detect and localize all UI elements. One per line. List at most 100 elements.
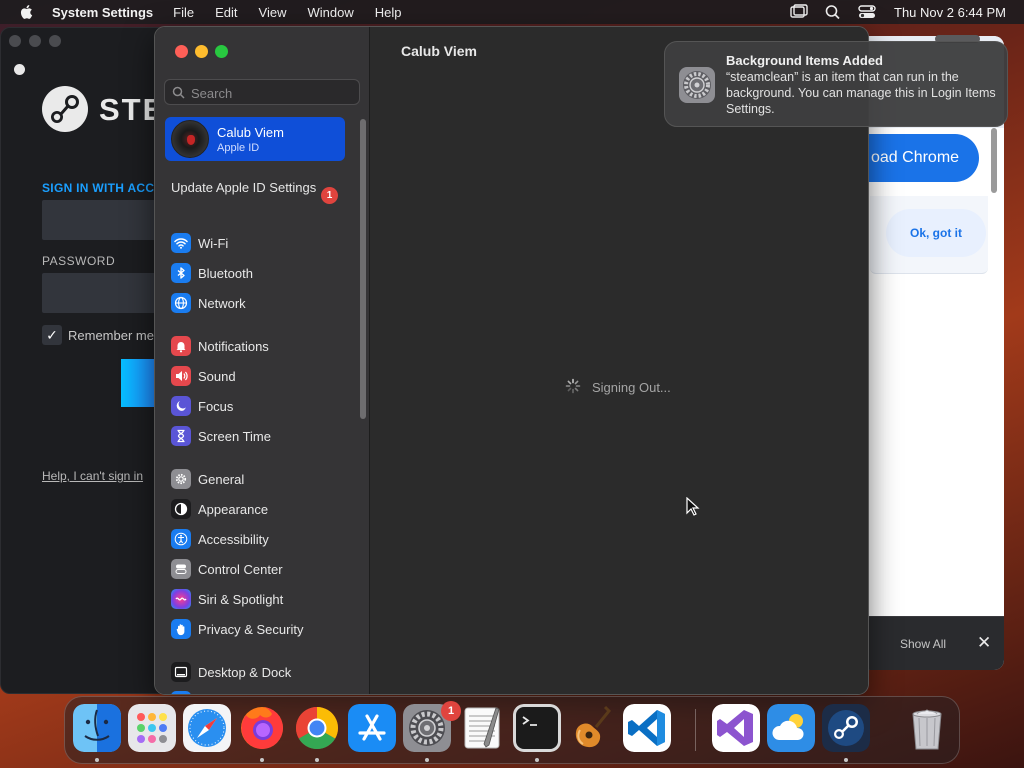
steam-wordmark: STEA bbox=[99, 92, 159, 127]
sidebar-item-screen-time[interactable]: Screen Time bbox=[171, 425, 356, 447]
steam-close-button[interactable] bbox=[9, 35, 21, 47]
window-zoom-button[interactable] bbox=[215, 45, 228, 58]
update-badge: 1 bbox=[321, 187, 338, 204]
finder-icon[interactable] bbox=[73, 704, 121, 752]
sidebar-item-label: Notifications bbox=[198, 338, 269, 354]
search-input[interactable] bbox=[191, 83, 356, 103]
steam-login-window: STEA SIGN IN WITH ACCO PASSWORD ✓ Rememb… bbox=[0, 27, 160, 694]
settings-content-pane: Calub Viem Signing Out... bbox=[371, 27, 868, 694]
notification-body: “steamclean” is an item that can run in … bbox=[726, 70, 996, 116]
sidebar-item-label: Network bbox=[198, 295, 246, 311]
sidebar-item-control-center[interactable]: Control Center bbox=[171, 558, 356, 580]
steam-logo-icon bbox=[42, 86, 88, 132]
accessibility-icon bbox=[171, 529, 191, 549]
steam-password-input[interactable] bbox=[42, 273, 159, 313]
dock: 1 bbox=[64, 696, 960, 764]
search-field[interactable] bbox=[164, 79, 360, 105]
window-close-button[interactable] bbox=[175, 45, 188, 58]
sidebar-item-bluetooth[interactable]: Bluetooth bbox=[171, 262, 356, 284]
steam-account-input[interactable] bbox=[42, 200, 159, 240]
sidebar-item-focus[interactable]: Focus bbox=[171, 395, 356, 417]
sidebar-item-wifi[interactable]: Wi-Fi bbox=[171, 232, 356, 254]
steam-minimize-button[interactable] bbox=[29, 35, 41, 47]
menubar-clock[interactable]: Thu Nov 2 6:44 PM bbox=[894, 5, 1006, 20]
spinner-icon bbox=[565, 378, 581, 394]
firefox-running-indicator bbox=[260, 758, 264, 762]
hourglass-icon bbox=[171, 426, 191, 446]
bell-icon bbox=[171, 336, 191, 356]
system-settings-gear-icon bbox=[679, 67, 715, 103]
window-minimize-button[interactable] bbox=[195, 45, 208, 58]
siri-icon bbox=[171, 589, 191, 609]
control-center-icon bbox=[171, 559, 191, 579]
page-title: Calub Viem bbox=[401, 43, 477, 59]
sidebar-item-notifications[interactable]: Notifications bbox=[171, 335, 356, 357]
hand-icon bbox=[171, 619, 191, 639]
garageband-icon[interactable] bbox=[568, 704, 616, 752]
sidebar-item-label: Privacy & Security bbox=[198, 621, 304, 637]
sidebar-item-label: Sound bbox=[198, 368, 236, 384]
chrome-scrollbar[interactable] bbox=[991, 128, 997, 193]
launchpad-icon[interactable] bbox=[128, 704, 176, 752]
trash-icon[interactable] bbox=[903, 704, 951, 752]
steam-zoom-button[interactable] bbox=[49, 35, 61, 47]
apple-id-account[interactable]: Calub Viem Apple ID bbox=[165, 117, 345, 161]
wifi-icon bbox=[171, 233, 191, 253]
appearance-icon bbox=[171, 499, 191, 519]
menu-file[interactable]: File bbox=[173, 5, 194, 20]
sidebar-item-appearance[interactable]: Appearance bbox=[171, 498, 356, 520]
control-center-icon[interactable] bbox=[858, 4, 876, 20]
visual-studio-code-icon[interactable] bbox=[623, 704, 671, 752]
apple-logo-icon[interactable] bbox=[18, 3, 36, 21]
ok-got-it-button[interactable]: Ok, got it bbox=[886, 209, 986, 257]
chrome-icon[interactable] bbox=[293, 704, 341, 752]
steam-running-indicator bbox=[844, 758, 848, 762]
spotlight-search-icon[interactable] bbox=[824, 4, 842, 20]
sidebar-item-label: Appearance bbox=[198, 501, 269, 517]
menu-help[interactable]: Help bbox=[375, 5, 402, 20]
search-icon bbox=[172, 86, 185, 99]
background-items-notification[interactable]: Background Items Added “steamclean” is a… bbox=[664, 41, 1008, 127]
menu-window[interactable]: Window bbox=[307, 5, 353, 20]
weather-icon[interactable] bbox=[767, 704, 815, 752]
sidebar-item-label: Wi-Fi bbox=[198, 235, 229, 251]
speaker-icon bbox=[171, 366, 191, 386]
sidebar-item-privacy-security[interactable]: Privacy & Security bbox=[171, 618, 356, 640]
steam-help-link[interactable]: Help, I can't sign in bbox=[42, 469, 143, 483]
sidebar-next-item-icon bbox=[171, 691, 191, 694]
avatar bbox=[171, 120, 209, 158]
menu-view[interactable]: View bbox=[259, 5, 287, 20]
account-subtitle: Apple ID bbox=[217, 142, 260, 154]
firefox-icon[interactable] bbox=[238, 704, 286, 752]
signing-out-status: Signing Out... bbox=[592, 380, 671, 395]
sidebar-item-desktop-dock[interactable]: Desktop & Dock bbox=[171, 661, 356, 683]
finder-running-indicator bbox=[95, 758, 99, 762]
close-icon[interactable]: ✕ bbox=[977, 633, 991, 653]
safari-icon[interactable] bbox=[183, 704, 231, 752]
steam-status-dot bbox=[14, 64, 25, 75]
sidebar-item-label: Accessibility bbox=[198, 531, 269, 547]
download-chrome-button[interactable]: oad Chrome bbox=[860, 134, 979, 182]
textedit-icon[interactable] bbox=[458, 704, 506, 752]
sidebar-item-general[interactable]: General bbox=[171, 468, 356, 490]
steam-remember-label: Remember me bbox=[68, 328, 154, 343]
steam-icon[interactable] bbox=[822, 704, 870, 752]
dock-icon bbox=[171, 662, 191, 682]
dock-separator bbox=[695, 709, 696, 751]
sidebar-item-network[interactable]: Network bbox=[171, 292, 356, 314]
sidebar-scrollbar[interactable] bbox=[360, 119, 366, 419]
app-store-icon[interactable] bbox=[348, 704, 396, 752]
visual-studio-icon[interactable] bbox=[712, 704, 760, 752]
steam-remember-checkbox[interactable]: ✓ bbox=[42, 325, 62, 345]
app-name-menu[interactable]: System Settings bbox=[52, 5, 153, 20]
sidebar-item-label: Focus bbox=[198, 398, 234, 414]
screen-mirroring-icon[interactable] bbox=[790, 4, 808, 20]
sidebar-item-sound[interactable]: Sound bbox=[171, 365, 356, 387]
terminal-icon[interactable] bbox=[513, 704, 561, 752]
system-settings-running-indicator bbox=[425, 758, 429, 762]
show-all-button[interactable]: Show All bbox=[900, 637, 946, 651]
sidebar-item-accessibility[interactable]: Accessibility bbox=[171, 528, 356, 550]
sidebar-item-siri-spotlight[interactable]: Siri & Spotlight bbox=[171, 588, 356, 610]
menu-edit[interactable]: Edit bbox=[215, 5, 237, 20]
gear-icon bbox=[171, 469, 191, 489]
